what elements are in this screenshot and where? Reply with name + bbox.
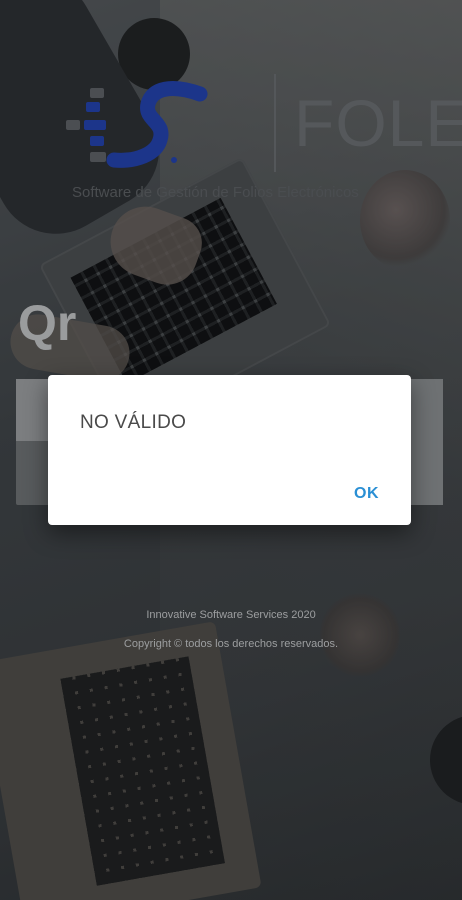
alert-dialog: NO VÁLIDO OK [48,375,411,525]
dialog-message: NO VÁLIDO [80,412,187,433]
ok-button[interactable]: OK [350,481,383,507]
